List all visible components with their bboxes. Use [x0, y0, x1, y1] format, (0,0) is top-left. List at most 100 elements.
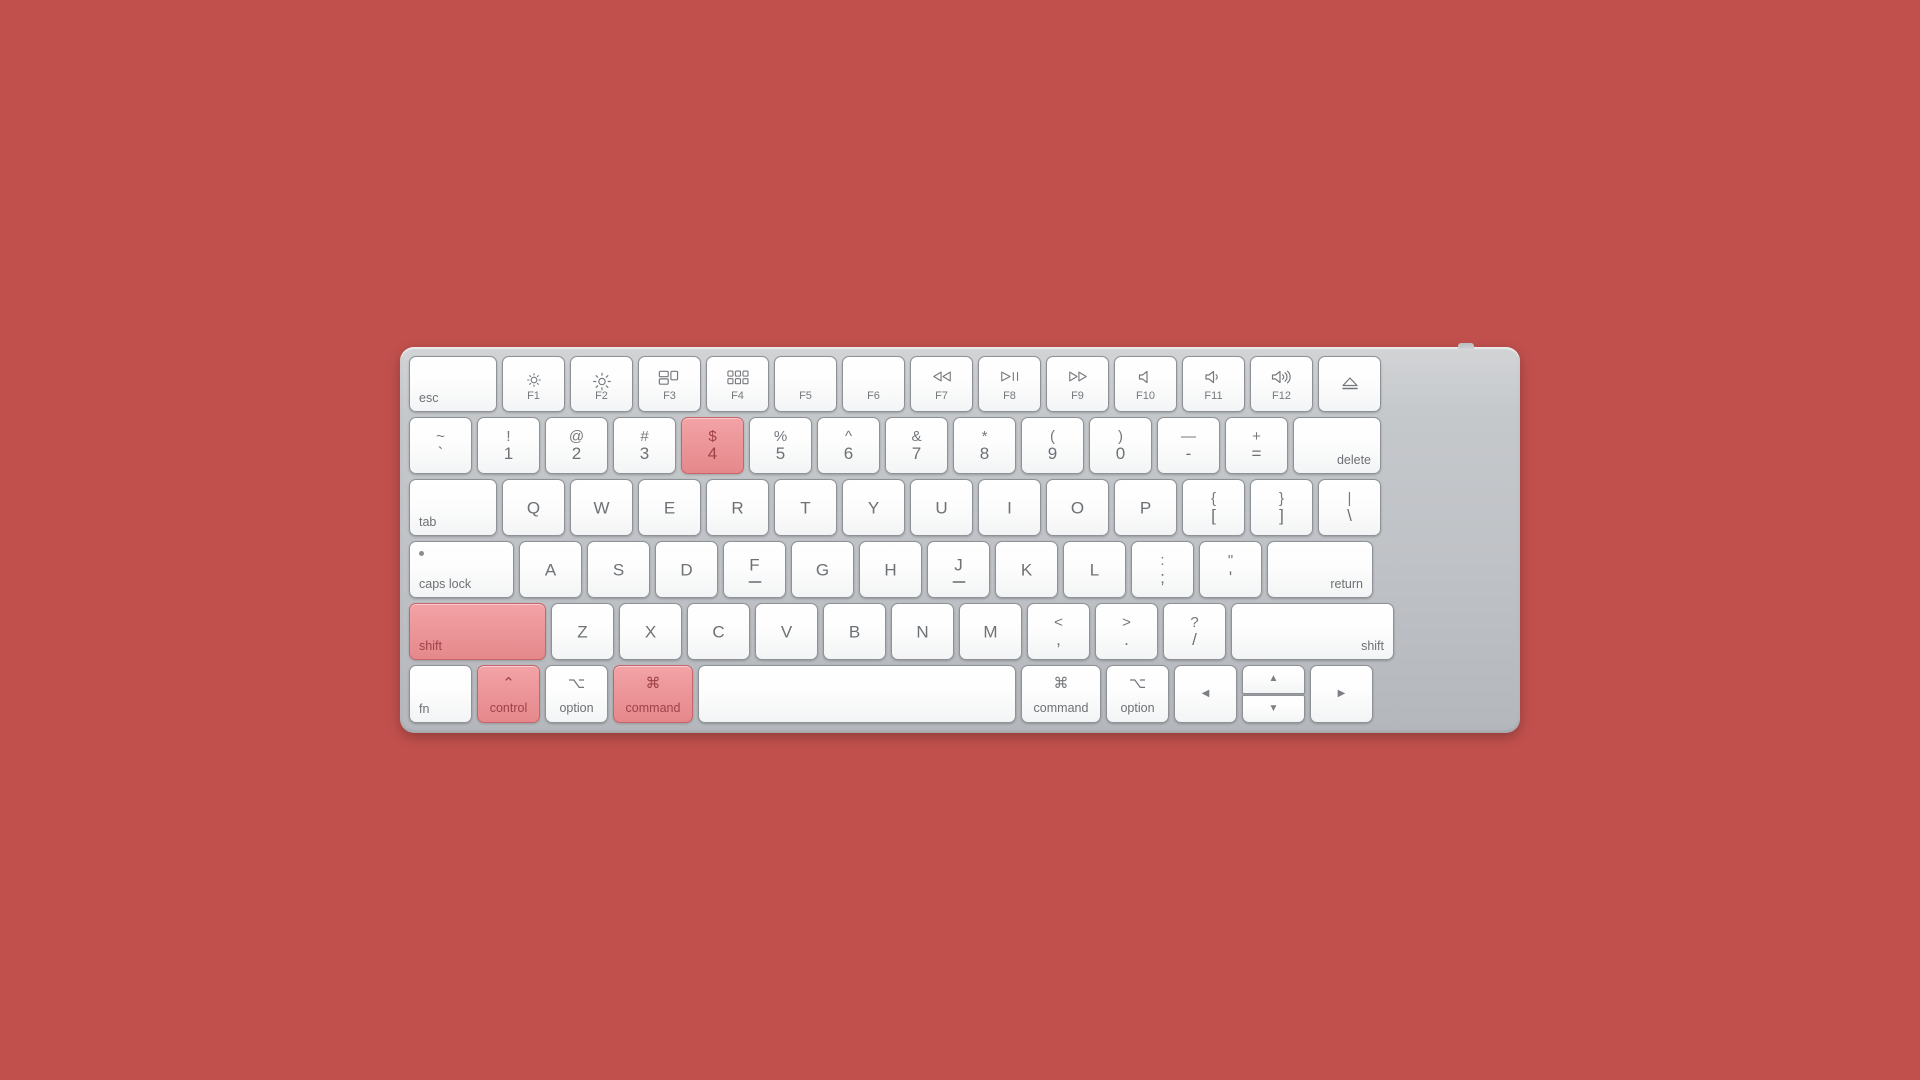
- key-slash-lower: /: [1192, 630, 1197, 649]
- key-9[interactable]: ( 9: [1021, 417, 1084, 474]
- key-f1-label: F1: [527, 390, 540, 402]
- key-t-label: T: [800, 498, 811, 517]
- key-z[interactable]: Z: [551, 603, 614, 660]
- key-1[interactable]: ! 1: [477, 417, 540, 474]
- key-b[interactable]: B: [823, 603, 886, 660]
- key-esc[interactable]: esc: [409, 356, 497, 412]
- key-3-upper: #: [640, 428, 649, 445]
- key-f6[interactable]: F6: [842, 356, 905, 412]
- key-command-left[interactable]: ⌘ command: [609, 661, 697, 727]
- home-row: caps lock A S D F G H J K L: ; " ' retu…: [409, 541, 1511, 598]
- key-equal[interactable]: + =: [1225, 417, 1288, 474]
- key-eject[interactable]: [1318, 356, 1381, 412]
- key-d[interactable]: D: [655, 541, 718, 598]
- key-l[interactable]: L: [1063, 541, 1126, 598]
- key-3[interactable]: # 3: [613, 417, 676, 474]
- key-w[interactable]: W: [570, 479, 633, 536]
- key-0-lower: 0: [1115, 444, 1126, 463]
- home-row-bar-icon: [952, 581, 965, 583]
- key-r[interactable]: R: [706, 479, 769, 536]
- key-i[interactable]: I: [978, 479, 1041, 536]
- key-p[interactable]: P: [1114, 479, 1177, 536]
- key-caps-lock[interactable]: caps lock: [409, 541, 514, 598]
- key-a[interactable]: A: [519, 541, 582, 598]
- key-2[interactable]: @ 2: [545, 417, 608, 474]
- key-0[interactable]: ) 0: [1089, 417, 1152, 474]
- key-f10[interactable]: F10: [1114, 356, 1177, 412]
- key-c[interactable]: C: [687, 603, 750, 660]
- key-6[interactable]: ^ 6: [817, 417, 880, 474]
- key-arrow-right[interactable]: ▶: [1310, 665, 1373, 723]
- key-f2[interactable]: F2: [570, 356, 633, 412]
- eject-icon: [1341, 377, 1359, 392]
- key-k[interactable]: K: [995, 541, 1058, 598]
- key-space[interactable]: [698, 665, 1016, 723]
- apple-magic-keyboard: esc F1 F2 F3 F4 F5 F6 F7 F8 F9 F10 F11 F…: [400, 343, 1520, 733]
- key-command-right[interactable]: ⌘ command: [1021, 665, 1101, 723]
- key-y[interactable]: Y: [842, 479, 905, 536]
- key-v[interactable]: V: [755, 603, 818, 660]
- key-period-lower: .: [1124, 630, 1129, 649]
- key-f3[interactable]: F3: [638, 356, 701, 412]
- key-tab[interactable]: tab: [409, 479, 497, 536]
- key-backtick[interactable]: ~ `: [409, 417, 472, 474]
- key-arrow-left[interactable]: ◀: [1174, 665, 1237, 723]
- key-f5-label: F5: [799, 390, 812, 402]
- key-period[interactable]: > .: [1095, 603, 1158, 660]
- key-q[interactable]: Q: [502, 479, 565, 536]
- key-semicolon[interactable]: : ;: [1131, 541, 1194, 598]
- key-f[interactable]: F: [723, 541, 786, 598]
- key-semicolon-lower: ;: [1160, 568, 1165, 587]
- key-slash[interactable]: ? /: [1163, 603, 1226, 660]
- key-option-right[interactable]: ⌥ option: [1106, 665, 1169, 723]
- key-j[interactable]: J: [927, 541, 990, 598]
- key-u[interactable]: U: [910, 479, 973, 536]
- key-g[interactable]: G: [791, 541, 854, 598]
- key-t[interactable]: T: [774, 479, 837, 536]
- key-h[interactable]: H: [859, 541, 922, 598]
- key-f9[interactable]: F9: [1046, 356, 1109, 412]
- key-k-label: K: [1020, 560, 1033, 579]
- key-shift-left[interactable]: shift: [405, 599, 550, 664]
- key-x[interactable]: X: [619, 603, 682, 660]
- function-row: esc F1 F2 F3 F4 F5 F6 F7 F8 F9 F10 F11 F…: [409, 356, 1511, 412]
- key-u-label: U: [935, 498, 948, 517]
- key-f5[interactable]: F5: [774, 356, 837, 412]
- key-n[interactable]: N: [891, 603, 954, 660]
- key-option-left[interactable]: ⌥ option: [545, 665, 608, 723]
- key-f1[interactable]: F1: [502, 356, 565, 412]
- key-s-label: S: [612, 560, 625, 579]
- key-bracket-right[interactable]: } ]: [1250, 479, 1313, 536]
- key-f4[interactable]: F4: [706, 356, 769, 412]
- key-quote-upper: ": [1227, 552, 1234, 569]
- key-m[interactable]: M: [959, 603, 1022, 660]
- key-shift-right[interactable]: shift: [1231, 603, 1394, 660]
- key-backslash-upper: |: [1347, 490, 1352, 507]
- key-f12[interactable]: F12: [1250, 356, 1313, 412]
- key-delete[interactable]: delete: [1293, 417, 1381, 474]
- key-f8[interactable]: F8: [978, 356, 1041, 412]
- key-f11[interactable]: F11: [1182, 356, 1245, 412]
- key-backslash[interactable]: | \: [1318, 479, 1381, 536]
- key-s[interactable]: S: [587, 541, 650, 598]
- key-8[interactable]: * 8: [953, 417, 1016, 474]
- key-o[interactable]: O: [1046, 479, 1109, 536]
- key-minus[interactable]: — -: [1157, 417, 1220, 474]
- key-arrow-down[interactable]: ▼: [1242, 694, 1305, 723]
- key-control[interactable]: ⌃ control: [473, 661, 544, 727]
- key-bracket-left[interactable]: { [: [1182, 479, 1245, 536]
- key-f7[interactable]: F7: [910, 356, 973, 412]
- key-comma[interactable]: < ,: [1027, 603, 1090, 660]
- key-e[interactable]: E: [638, 479, 701, 536]
- key-arrow-up[interactable]: ▲: [1242, 665, 1305, 694]
- key-equal-upper: +: [1252, 428, 1261, 445]
- key-fn[interactable]: fn: [409, 665, 472, 723]
- key-option-left-label: option: [559, 700, 594, 715]
- key-4[interactable]: $ 4: [677, 413, 748, 478]
- key-5[interactable]: % 5: [749, 417, 812, 474]
- key-quote[interactable]: " ': [1199, 541, 1262, 598]
- key-shift-left-label: shift: [419, 638, 442, 653]
- key-8-upper: *: [981, 428, 988, 445]
- key-7[interactable]: & 7: [885, 417, 948, 474]
- key-return[interactable]: return: [1267, 541, 1373, 598]
